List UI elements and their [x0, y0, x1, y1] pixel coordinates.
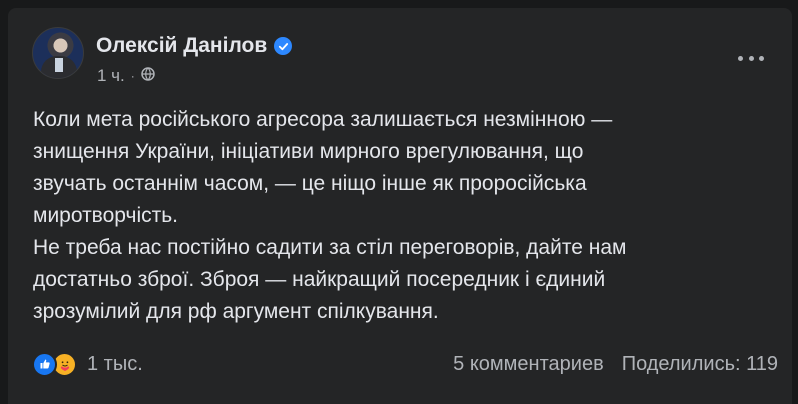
- more-dot: [748, 55, 754, 61]
- verified-badge-icon: [274, 37, 293, 55]
- author-avatar[interactable]: [32, 27, 84, 79]
- reaction-count[interactable]: 1 тыс.: [87, 353, 143, 376]
- post-text: Коли мета російського агресора залишаєть…: [33, 108, 627, 323]
- post-time[interactable]: 1 ч.: [97, 66, 125, 86]
- comment-count[interactable]: 5 комментариев: [453, 353, 604, 376]
- more-dot: [759, 55, 764, 61]
- author-name[interactable]: Олексій Данілов: [96, 34, 267, 58]
- post-card: Олексій Данілов 1 ч. · Коли мета російсь…: [8, 8, 792, 404]
- post-footer: 1 тыс. 5 комментариев Поделились: 119: [32, 346, 778, 382]
- more-options-icon[interactable]: [738, 50, 764, 66]
- more-dot: [738, 55, 743, 61]
- reactions-summary[interactable]: 1 тыс.: [32, 351, 143, 377]
- share-count[interactable]: Поделились: 119: [622, 353, 778, 376]
- meta-separator: ·: [130, 69, 135, 83]
- like-reaction-icon: [32, 351, 57, 377]
- globe-icon[interactable]: [141, 66, 155, 86]
- post-header: Олексій Данілов 1 ч. ·: [32, 24, 772, 88]
- avatar-shirt: [55, 58, 63, 72]
- post-meta: 1 ч. ·: [97, 66, 155, 86]
- author-name-row[interactable]: Олексій Данілов: [96, 34, 293, 58]
